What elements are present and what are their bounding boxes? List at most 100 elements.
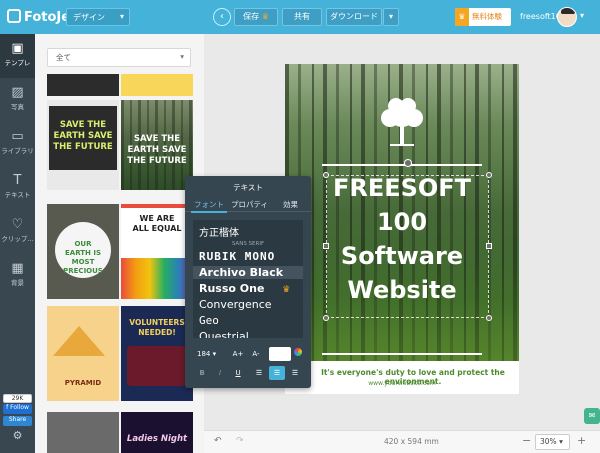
tab-properties[interactable]: プロパティ <box>231 199 268 210</box>
font-item[interactable]: Geo <box>199 314 219 327</box>
top-bar: FotoJet デザイン ▾ ‹ 保存 ♛ 共有 ダウンロード ▾ ♛ 無料体験 f… <box>0 0 600 34</box>
template-thumb[interactable]: SAVE THE EARTH SAVE THE FUTURE <box>121 100 193 190</box>
template-thumb-text: PYRAMID <box>64 379 102 387</box>
rail-label: ライブラリ <box>1 147 34 155</box>
poster-url[interactable]: www.yourwebsite.com <box>285 380 519 387</box>
settings-button[interactable]: ⚙ <box>0 429 35 449</box>
template-thumb[interactable]: PYRAMID <box>47 306 119 401</box>
crown-icon: ♛ <box>261 12 269 21</box>
poster-title-line[interactable]: Website <box>285 276 519 304</box>
text-color-swatch[interactable] <box>269 347 291 361</box>
chevron-down-icon[interactable]: ▾ <box>580 11 584 20</box>
font-item[interactable]: Questrial <box>199 330 249 338</box>
crown-icon: ♛ <box>282 285 291 295</box>
style-row: B I U ☰ ☰ ☰ <box>185 366 311 382</box>
font-list[interactable]: 方正楷体 SANS SERIF RUBIK MONO Archivo Black… <box>193 220 303 338</box>
rail-item-text[interactable]: T テキスト <box>0 166 35 210</box>
follow-button[interactable]: f Follow <box>3 404 32 414</box>
font-item-selected[interactable]: Archivo Black <box>193 266 303 279</box>
undo-icon: ↶ <box>214 436 222 446</box>
save-button[interactable]: 保存 ♛ <box>234 8 278 26</box>
tab-font[interactable]: フォント <box>191 199 227 213</box>
align-right-button[interactable]: ☰ <box>287 366 303 380</box>
avatar[interactable] <box>557 7 577 27</box>
align-left-button[interactable]: ☰ <box>251 366 267 380</box>
rail-item-clipart[interactable]: ♡ クリップ... <box>0 210 35 254</box>
download-button[interactable]: ダウンロード <box>326 8 382 26</box>
poster-title-line[interactable]: FREESOFT <box>285 174 519 202</box>
template-thumb[interactable] <box>47 74 119 96</box>
template-thumb[interactable] <box>121 74 193 96</box>
chevron-down-icon: ▾ <box>180 52 184 61</box>
divider-line <box>322 353 482 355</box>
page-size: 420 x 594 mm <box>384 437 439 446</box>
poster-title-line[interactable]: 100 <box>285 208 519 236</box>
zoom-out-button[interactable]: − <box>522 434 531 447</box>
chat-help-button[interactable]: ✉ <box>584 408 600 424</box>
font-item[interactable]: 方正楷体 <box>199 224 239 239</box>
size-row: 184 ▾ A+ A- <box>185 347 311 363</box>
font-item-label: Russo One <box>199 282 265 295</box>
photo-icon: ▨ <box>11 85 24 100</box>
bold-button[interactable]: B <box>195 366 209 380</box>
text-panel: テキスト フォント プロパティ 効果 方正楷体 SANS SERIF RUBIK… <box>185 176 311 388</box>
resize-handle[interactable] <box>486 315 492 321</box>
resize-handle[interactable] <box>323 315 329 321</box>
rail-item-library[interactable]: ▭ ライブラリ <box>0 122 35 166</box>
align-right-icon: ☰ <box>291 369 299 377</box>
chevron-down-icon: ▾ <box>212 350 217 358</box>
undo-button[interactable]: ↶ <box>214 436 222 446</box>
left-rail: ▣ テンプレ ▨ 写真 ▭ ライブラリ T テキスト ♡ クリップ... ▦ 背景 29K … <box>0 34 35 453</box>
color-wheel-icon[interactable] <box>293 347 303 361</box>
free-trial-button[interactable]: ♛ 無料体験 <box>455 8 511 26</box>
poster-title-line[interactable]: Software <box>285 242 519 270</box>
design-dropdown[interactable]: デザイン ▾ <box>66 8 130 26</box>
tab-effects[interactable]: 効果 <box>283 199 298 210</box>
underline-button[interactable]: U <box>231 366 245 380</box>
rail-item-photos[interactable]: ▨ 写真 <box>0 78 35 122</box>
share-social-label: Share <box>8 416 27 423</box>
share-label: 共有 <box>294 12 310 21</box>
template-thumb-text: SAVE THE EARTH SAVE THE FUTURE <box>127 134 187 166</box>
align-center-button[interactable]: ☰ <box>269 366 285 380</box>
back-button[interactable]: ‹ <box>213 8 231 26</box>
template-thumb[interactable]: WE ARE ALL EQUAL <box>121 204 193 299</box>
zoom-select[interactable]: 30% ▾ <box>535 434 570 450</box>
poster-canvas[interactable]: FREESOFT 100 Software Website It's every… <box>285 64 519 394</box>
rotate-handle[interactable] <box>404 159 412 167</box>
gear-icon: ⚙ <box>12 429 23 442</box>
italic-button[interactable]: I <box>213 366 227 380</box>
share-social-button[interactable]: Share <box>3 416 32 426</box>
font-size-select[interactable]: 184 ▾ <box>193 347 223 361</box>
zoom-value: 30% <box>540 437 557 446</box>
category-filter[interactable]: 全て ▾ <box>47 48 191 67</box>
share-button[interactable]: 共有 <box>282 8 322 26</box>
zoom-in-button[interactable]: + <box>577 434 586 447</box>
follower-count: 29K <box>3 394 32 403</box>
free-trial-label: 無料体験 <box>472 12 502 21</box>
template-thumb[interactable] <box>47 412 119 453</box>
decrease-font-button[interactable]: A- <box>248 347 264 361</box>
rail-item-templates[interactable]: ▣ テンプレ <box>0 34 35 78</box>
tree-icon[interactable] <box>376 96 428 148</box>
rail-label: 背景 <box>11 279 24 287</box>
template-thumb-text: WE ARE ALL EQUAL <box>132 214 182 233</box>
template-thumb[interactable]: OUR EARTH IS MOST PRECIOUS <box>47 204 119 299</box>
font-item[interactable]: RUBIK MONO <box>199 250 275 263</box>
increase-font-button[interactable]: A+ <box>230 347 246 361</box>
rail-item-background[interactable]: ▦ 背景 <box>0 254 35 298</box>
font-item[interactable]: Russo One ♛ <box>199 282 290 295</box>
font-category-label: SANS SERIF <box>231 241 265 247</box>
template-thumb-text: VOLUNTEERS NEEDED! <box>129 318 185 337</box>
template-thumb[interactable]: VOLUNTEERS NEEDED! <box>121 306 193 401</box>
align-center-icon: ☰ <box>273 369 281 377</box>
redo-button[interactable]: ↷ <box>236 436 244 446</box>
redo-icon: ↷ <box>236 436 244 446</box>
download-options-button[interactable]: ▾ <box>383 8 399 26</box>
text-icon: T <box>13 173 22 188</box>
template-thumb[interactable]: Ladies Night <box>121 412 193 453</box>
template-thumb[interactable]: SAVE THE EARTH SAVE THE FUTURE <box>47 100 119 190</box>
text-panel-title: テキスト <box>233 183 263 192</box>
text-panel-tabs: フォント プロパティ 効果 <box>185 196 311 213</box>
font-item[interactable]: Convergence <box>199 298 272 311</box>
